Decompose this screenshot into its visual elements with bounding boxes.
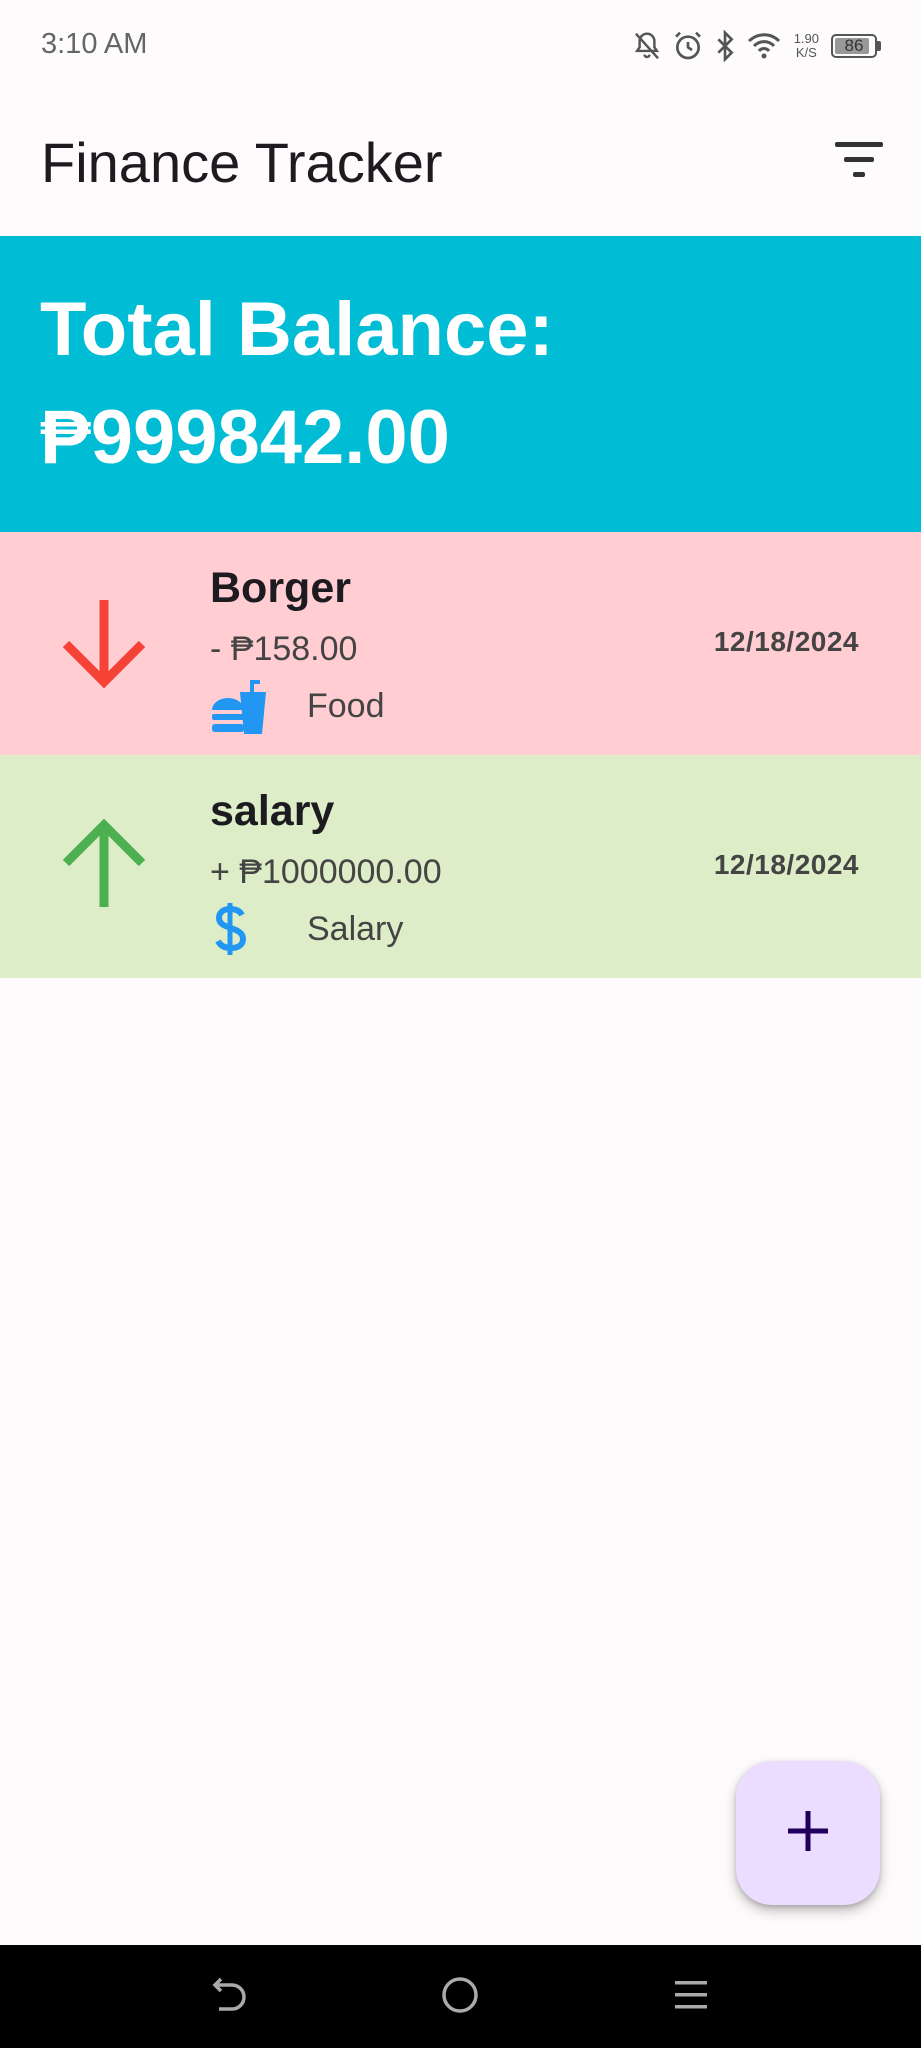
screen: 3:10 AM 1.90 K/S 86 Finance Tracker Tota… [0, 0, 921, 2048]
filter-button[interactable] [827, 130, 891, 194]
mute-bell-icon [632, 30, 662, 62]
category-label: Salary [307, 909, 404, 948]
transaction-category: Salary [210, 903, 403, 955]
status-bar: 3:10 AM 1.90 K/S 86 [0, 0, 921, 92]
status-icons: 1.90 K/S 86 [632, 28, 881, 64]
wifi-icon [746, 31, 782, 61]
battery-tip [877, 41, 881, 51]
system-nav-bar [0, 1945, 921, 2048]
transaction-title: Borger [210, 564, 351, 612]
transaction-item-salary[interactable]: salary + ₱1000000.00 Salary 12/18/2024 [0, 755, 921, 978]
transaction-amount: + ₱1000000.00 [210, 853, 442, 891]
net-speed: 1.90 K/S [794, 32, 819, 60]
balance-value: ₱999842.00 [40, 395, 450, 480]
alarm-icon [672, 30, 704, 62]
arrow-down-icon [58, 596, 150, 689]
battery-body: 86 [831, 34, 877, 58]
dollar-icon [210, 903, 270, 955]
net-speed-unit: K/S [795, 45, 817, 60]
back-icon [209, 1975, 249, 2020]
back-button[interactable] [199, 1967, 259, 2027]
transaction-date: 12/18/2024 [713, 626, 859, 657]
battery-level: 86 [844, 36, 864, 55]
transaction-amount: - ₱158.00 [210, 630, 358, 668]
category-label: Food [307, 686, 385, 725]
bluetooth-icon [714, 30, 736, 62]
recents-button[interactable] [661, 1967, 721, 2027]
app-bar: Finance Tracker [0, 92, 921, 236]
status-time: 3:10 AM [41, 28, 148, 60]
transaction-title: salary [210, 787, 335, 835]
transaction-item-borger[interactable]: Borger - ₱158.00 Food 12/18/2024 [0, 532, 921, 755]
home-button[interactable] [430, 1967, 490, 2027]
balance-label: Total Balance: [40, 287, 554, 372]
recents-icon [671, 1975, 711, 2020]
battery-icon: 86 [831, 34, 881, 58]
fastfood-icon [210, 680, 270, 734]
arrow-up-icon [58, 818, 150, 911]
home-icon [440, 1975, 480, 2020]
add-transaction-button[interactable] [736, 1761, 880, 1905]
net-speed-value: 1.90 [793, 31, 819, 46]
filter-list-icon [835, 141, 883, 183]
add-icon [788, 1810, 828, 1856]
transaction-list: Borger - ₱158.00 Food 12/18/2024 salary … [0, 532, 921, 978]
transaction-date: 12/18/2024 [713, 849, 859, 880]
page-title: Finance Tracker [41, 131, 443, 194]
balance-banner: Total Balance: ₱999842.00 [0, 236, 921, 532]
transaction-category: Food [210, 680, 385, 734]
